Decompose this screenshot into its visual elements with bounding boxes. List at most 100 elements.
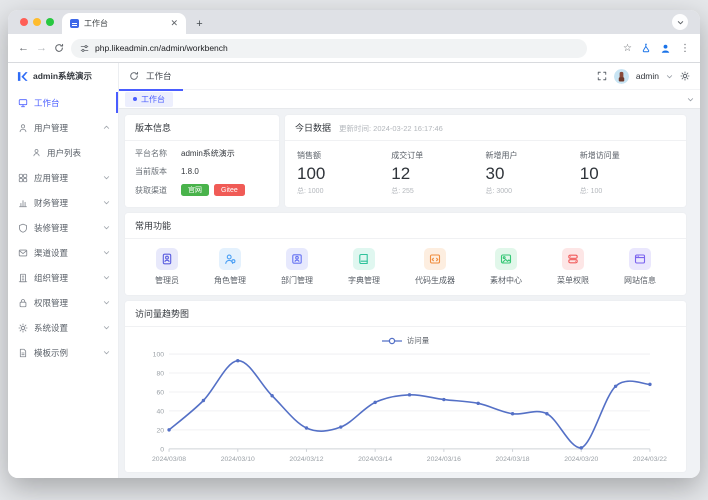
legend-label: 访问量 <box>407 335 430 346</box>
address-bar[interactable]: php.likeadmin.cn/admin/workbench <box>71 39 587 58</box>
quicklink-code-generator[interactable]: 代码生成器 <box>415 248 455 295</box>
visits-line-chart[interactable]: 0204060801002024/03/082024/03/102024/03/… <box>131 346 680 469</box>
chevron-down-icon <box>103 299 110 306</box>
user-list-icon <box>32 148 41 157</box>
maximize-window-button[interactable] <box>46 18 54 26</box>
sidebar-item-template-examples[interactable]: 模板示例 <box>8 340 118 365</box>
shield-decor-icon <box>18 223 28 233</box>
channel-row: 获取渠道 官网 Gitee <box>125 184 279 196</box>
chart-area: 0204060801002024/03/082024/03/102024/03/… <box>125 346 686 472</box>
sidebar-item-label: 工作台 <box>34 97 60 109</box>
svg-text:2024/03/14: 2024/03/14 <box>358 456 392 463</box>
gitee-button[interactable]: Gitee <box>214 184 245 196</box>
official-site-button[interactable]: 官网 <box>181 184 209 196</box>
common-functions-card: 常用功能 管理员 角色管理 部门管理 <box>125 213 686 295</box>
update-time: 更新时间: 2024-03-22 16:17:46 <box>339 123 443 134</box>
quicklink-menu-permissions[interactable]: 菜单权限 <box>557 248 589 295</box>
fullscreen-icon[interactable] <box>597 71 607 81</box>
svg-text:40: 40 <box>156 408 164 415</box>
admin-badge-icon <box>156 248 178 270</box>
avatar-image <box>614 69 629 84</box>
sidebar-item-system-settings[interactable]: 系统设置 <box>8 315 118 340</box>
sidebar-item-channel-settings[interactable]: 渠道设置 <box>8 240 118 265</box>
tab-search-button[interactable] <box>672 14 688 30</box>
svg-text:2024/03/18: 2024/03/18 <box>496 456 530 463</box>
bookmark-star-icon[interactable]: ☆ <box>623 43 632 54</box>
sidebar-item-user-list[interactable]: 用户列表 <box>8 140 118 165</box>
profile-avatar-icon[interactable] <box>660 43 671 54</box>
svg-text:2024/03/10: 2024/03/10 <box>221 456 255 463</box>
tab-close-icon[interactable]: ✕ <box>170 19 178 28</box>
svg-text:2024/03/22: 2024/03/22 <box>633 456 667 463</box>
sidebar-menu: 工作台 用户管理 用户列表 应用管理 <box>8 89 118 478</box>
sidebar-item-workbench[interactable]: 工作台 <box>8 90 118 115</box>
current-version-row: 当前版本 1.8.0 <box>125 166 279 177</box>
app-logo[interactable]: admin系统演示 <box>8 63 118 89</box>
chevron-up-icon <box>103 124 110 131</box>
logo-k-icon <box>17 71 28 82</box>
sidebar-item-app-management[interactable]: 应用管理 <box>8 165 118 190</box>
svg-text:2024/03/16: 2024/03/16 <box>427 456 461 463</box>
quicklink-role-management[interactable]: 角色管理 <box>214 248 246 295</box>
svg-text:2024/03/20: 2024/03/20 <box>564 456 598 463</box>
sidebar-item-organization-management[interactable]: 组织管理 <box>8 265 118 290</box>
svg-text:2024/03/08: 2024/03/08 <box>152 456 186 463</box>
admin-app: admin系统演示 工作台 用户管理 用户列表 <box>8 63 700 478</box>
back-button[interactable]: ← <box>18 43 29 54</box>
svg-text:80: 80 <box>156 370 164 377</box>
sidebar-item-label: 模板示例 <box>34 347 68 359</box>
tab-workbench[interactable]: 工作台 <box>125 92 173 107</box>
breadcrumb: 工作台 <box>146 70 172 82</box>
minimize-window-button[interactable] <box>33 18 41 26</box>
quicklink-department-management[interactable]: 部门管理 <box>281 248 313 295</box>
sidebar-item-label: 用户管理 <box>34 122 68 134</box>
window-controls <box>16 10 62 34</box>
quicklink-admin[interactable]: 管理员 <box>155 248 179 295</box>
sidebar-item-label: 装修管理 <box>34 222 68 234</box>
user-avatar[interactable] <box>614 69 629 84</box>
chevron-down-icon <box>103 249 110 256</box>
sidebar-item-finance-management[interactable]: 财务管理 <box>8 190 118 215</box>
browser-tab[interactable]: 工作台 ✕ <box>62 13 186 34</box>
chevron-down-icon[interactable] <box>666 73 673 80</box>
reload-button[interactable] <box>54 43 64 53</box>
stat-sales: 销售额 100 总: 1000 <box>297 150 391 196</box>
tabs-menu-chevron-icon[interactable] <box>687 96 694 103</box>
user-icon <box>18 123 28 133</box>
browser-window: 工作台 ✕ + ← → php.likeadmin.cn/admin/workb… <box>8 10 700 478</box>
sidebar-item-decoration-management[interactable]: 装修管理 <box>8 215 118 240</box>
menu-permission-icon <box>562 248 584 270</box>
app-header: 工作台 admin <box>119 63 700 89</box>
settings-gear-icon[interactable] <box>680 71 690 81</box>
chevron-down-icon <box>103 274 110 281</box>
close-window-button[interactable] <box>20 18 28 26</box>
username-label[interactable]: admin <box>636 71 659 81</box>
tab-favicon-icon <box>70 19 79 28</box>
visits-trend-card: 访问量趋势图 访问量 0204060801002024/03/082024/03… <box>125 301 686 472</box>
chart-legend[interactable]: 访问量 <box>125 327 686 346</box>
extension-pinned-icon[interactable] <box>641 43 651 53</box>
new-tab-button[interactable]: + <box>192 16 207 31</box>
chevron-down-icon <box>677 19 684 26</box>
chevron-down-icon <box>103 174 110 181</box>
sidebar-item-label: 应用管理 <box>34 172 68 184</box>
chevron-down-icon <box>103 224 110 231</box>
sidebar-item-user-management[interactable]: 用户管理 <box>8 115 118 140</box>
sidebar-item-permission-management[interactable]: 权限管理 <box>8 290 118 315</box>
card-title: 访问量趋势图 <box>135 307 189 320</box>
url-text: php.likeadmin.cn/admin/workbench <box>95 43 228 53</box>
site-info-icon[interactable] <box>80 44 89 53</box>
role-user-icon <box>219 248 241 270</box>
quicklink-website-info[interactable]: 网站信息 <box>624 248 656 295</box>
sidebar-item-label: 组织管理 <box>34 272 68 284</box>
gear-icon <box>18 323 28 333</box>
quicklink-dictionary-management[interactable]: 字典管理 <box>348 248 380 295</box>
sidebar-item-label: 用户列表 <box>47 147 81 159</box>
forward-button[interactable]: → <box>36 43 47 54</box>
browser-menu-icon[interactable]: ⋮ <box>680 43 690 54</box>
quicklink-material-center[interactable]: 素材中心 <box>490 248 522 295</box>
stat-new-visits: 新增访问量 10 总: 100 <box>580 150 674 196</box>
sidebar-item-label: 系统设置 <box>34 322 68 334</box>
refresh-icon[interactable] <box>129 71 139 81</box>
material-image-icon <box>495 248 517 270</box>
